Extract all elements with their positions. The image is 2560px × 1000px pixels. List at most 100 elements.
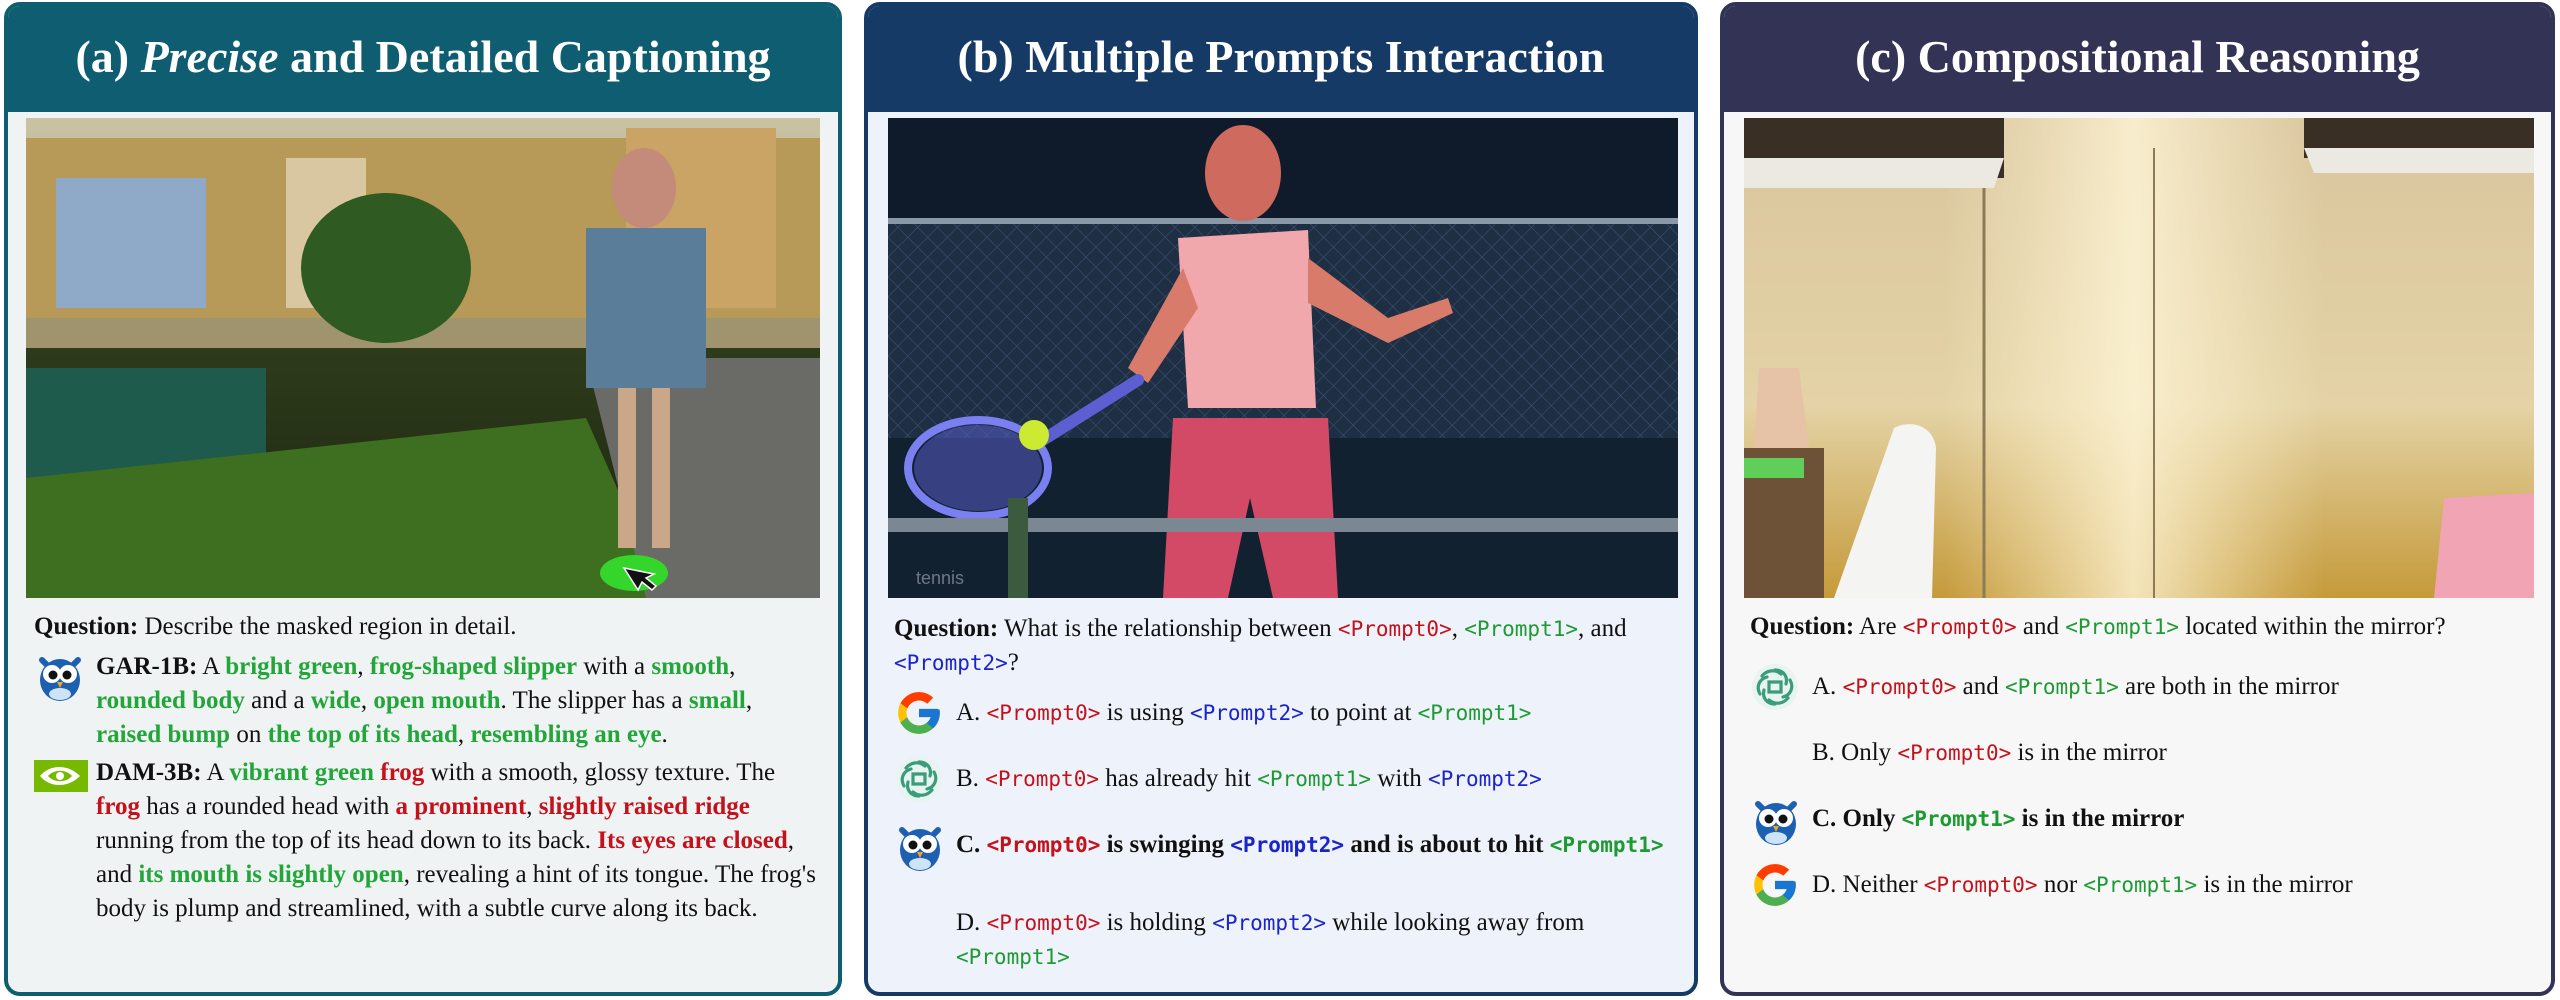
gar-label: GAR-1B:	[96, 653, 198, 680]
text-segment: is in the mirror	[2015, 805, 2185, 832]
prompt-tag-1: <Prompt1>	[2083, 873, 2198, 897]
prompt-tag-1: <Prompt1>	[1257, 767, 1372, 791]
text-segment: with	[1371, 765, 1429, 792]
prompt-tag-1: <Prompt1>	[1417, 701, 1532, 725]
text-segment: C.	[956, 831, 987, 858]
highlight-incorrect: a prominent	[395, 793, 527, 820]
panel-b-text: Question: What is the relationship betwe…	[894, 612, 1674, 974]
question-text: Describe the masked region in detail.	[138, 613, 517, 640]
owl-logo-icon	[34, 650, 86, 702]
text-segment: and	[2016, 613, 2066, 640]
photo-child-garden	[26, 118, 820, 598]
highlight-correct: bright green	[225, 653, 358, 680]
answer-option: A. <Prompt0> is using <Prompt2> to point…	[894, 686, 1674, 746]
highlight-correct: its mouth is slightly open	[138, 861, 404, 888]
google-logo-icon	[894, 688, 944, 738]
highlight-correct: rounded body	[96, 687, 245, 714]
prompt-tag-1: <Prompt1>	[1901, 807, 2016, 831]
text-segment: is in the mirror	[2011, 739, 2167, 766]
prompt-tag-0: <Prompt0>	[1902, 615, 2017, 639]
text-segment: A.	[1812, 673, 1843, 700]
highlight-correct: raised bump	[96, 721, 231, 748]
option-text: B. Only <Prompt0> is in the mirror	[1812, 739, 2167, 766]
highlight-incorrect: Its eyes are closed	[597, 827, 788, 854]
highlight-incorrect: frog	[380, 759, 425, 786]
text-segment: and is about to hit	[1344, 831, 1550, 858]
highlight-correct: wide	[310, 687, 361, 714]
text-segment: What is the relationship between	[998, 615, 1338, 642]
text-segment: is using	[1100, 699, 1190, 726]
openai-logo-icon	[1750, 662, 1800, 712]
text-segment: is holding	[1100, 909, 1213, 936]
option-text: D. Neither <Prompt0> nor <Prompt1> is in…	[1812, 871, 2353, 898]
photo-mirror-room	[1744, 118, 2534, 598]
panel-a-text: Question: Describe the masked region in …	[34, 610, 818, 926]
owl-logo-icon	[894, 820, 946, 872]
prompt-tag-0: <Prompt0>	[1842, 675, 1957, 699]
panel-compositional-reasoning: (c) Compositional Reasoning Question: Ar…	[1720, 2, 2555, 996]
text-segment: B.	[956, 765, 986, 792]
answer-option: D. <Prompt0> is holding <Prompt2> while …	[894, 896, 1674, 974]
text-segment: with a smooth, glossy texture. The	[424, 759, 776, 786]
option-text: C. <Prompt0> is swinging <Prompt2> and i…	[956, 831, 1664, 858]
text-segment: while looking away from	[1325, 909, 1585, 936]
text-segment: running from the top of its head down to…	[96, 827, 598, 854]
answer-option: A. <Prompt0> and <Prompt1> are both in t…	[1750, 660, 2531, 720]
panel-multiple-prompts: (b) Multiple Prompts Interaction tennis …	[864, 2, 1698, 996]
google-logo-icon	[1750, 860, 1800, 910]
dam-answer: DAM-3B: A vibrant green frog with a smoo…	[34, 756, 818, 926]
text-segment: on	[230, 721, 268, 748]
openai-logo-icon	[894, 754, 944, 804]
prompt-tag-2: <Prompt2>	[1428, 767, 1542, 791]
text-segment: D.	[956, 909, 987, 936]
highlight-correct: small	[688, 687, 746, 714]
prompt-tag-1: <Prompt1>	[956, 945, 1070, 969]
prompt-tag-0: <Prompt0>	[986, 911, 1101, 935]
text-segment: ,	[357, 653, 370, 680]
text-segment: located within the mirror?	[2179, 613, 2446, 640]
highlight-correct: resembling an eye	[470, 721, 662, 748]
options-b: A. <Prompt0> is using <Prompt2> to point…	[894, 686, 1674, 974]
photo-tennis-player: tennis	[888, 118, 1678, 598]
title-italic: Precise	[140, 31, 279, 82]
prompt-tag-1: <Prompt1>	[1464, 617, 1579, 641]
option-text: A. <Prompt0> and <Prompt1> are both in t…	[1812, 673, 2339, 700]
highlight-correct: the top of its head	[267, 721, 458, 748]
text-segment: ?	[1007, 649, 1019, 676]
prompt-tag-0: <Prompt0>	[986, 833, 1101, 857]
text-segment: and a	[244, 687, 311, 714]
question-c: Question: Are <Prompt0> and <Prompt1> lo…	[1750, 610, 2531, 644]
answer-option: D. Neither <Prompt0> nor <Prompt1> is in…	[1750, 858, 2531, 918]
text-segment: Are	[1854, 613, 1903, 640]
text-segment: with a	[577, 653, 652, 680]
answer-option: C. Only <Prompt1> is in the mirror	[1750, 792, 2531, 852]
text-segment: is swinging	[1100, 831, 1231, 858]
option-text: D. <Prompt0> is holding <Prompt2> while …	[956, 909, 1584, 970]
text-segment: nor	[2037, 871, 2084, 898]
text-segment: .	[661, 721, 668, 748]
title-suffix: and Detailed Captioning	[278, 31, 771, 82]
dam-text: A vibrant green frog with a smooth, glos…	[96, 759, 816, 922]
prompt-tag-2: <Prompt2>	[1230, 833, 1345, 857]
question-label: Question:	[34, 613, 139, 640]
question-text: Are <Prompt0> and <Prompt1> located with…	[1854, 613, 2446, 640]
panel-b-title: (b) Multiple Prompts Interaction	[868, 6, 1694, 112]
gar-answer: GAR-1B: A bright green, frog-shaped slip…	[34, 650, 818, 752]
highlight-correct: frog-shaped slipper	[369, 653, 578, 680]
prompt-tag-0: <Prompt0>	[1337, 617, 1452, 641]
prompt-tag-1: <Prompt1>	[2004, 675, 2119, 699]
answer-option: B. <Prompt0> has already hit <Prompt1> w…	[894, 752, 1674, 812]
prompt-tag-2: <Prompt2>	[1189, 701, 1304, 725]
text-segment: ,	[745, 687, 753, 714]
text-segment: ,	[729, 653, 736, 680]
text-segment: A	[197, 653, 226, 680]
text-segment: C. Only	[1812, 805, 1902, 832]
text-segment: and	[1956, 673, 2005, 700]
text-segment: ,	[526, 793, 539, 820]
panel-c-text: Question: Are <Prompt0> and <Prompt1> lo…	[1750, 610, 2531, 918]
highlight-incorrect: frog	[96, 793, 140, 820]
prompt-tag-0: <Prompt0>	[986, 701, 1101, 725]
tennis-watermark: tennis	[916, 568, 964, 588]
prompt-tag-2: <Prompt2>	[1212, 911, 1326, 935]
question-label: Question:	[1750, 613, 1855, 640]
